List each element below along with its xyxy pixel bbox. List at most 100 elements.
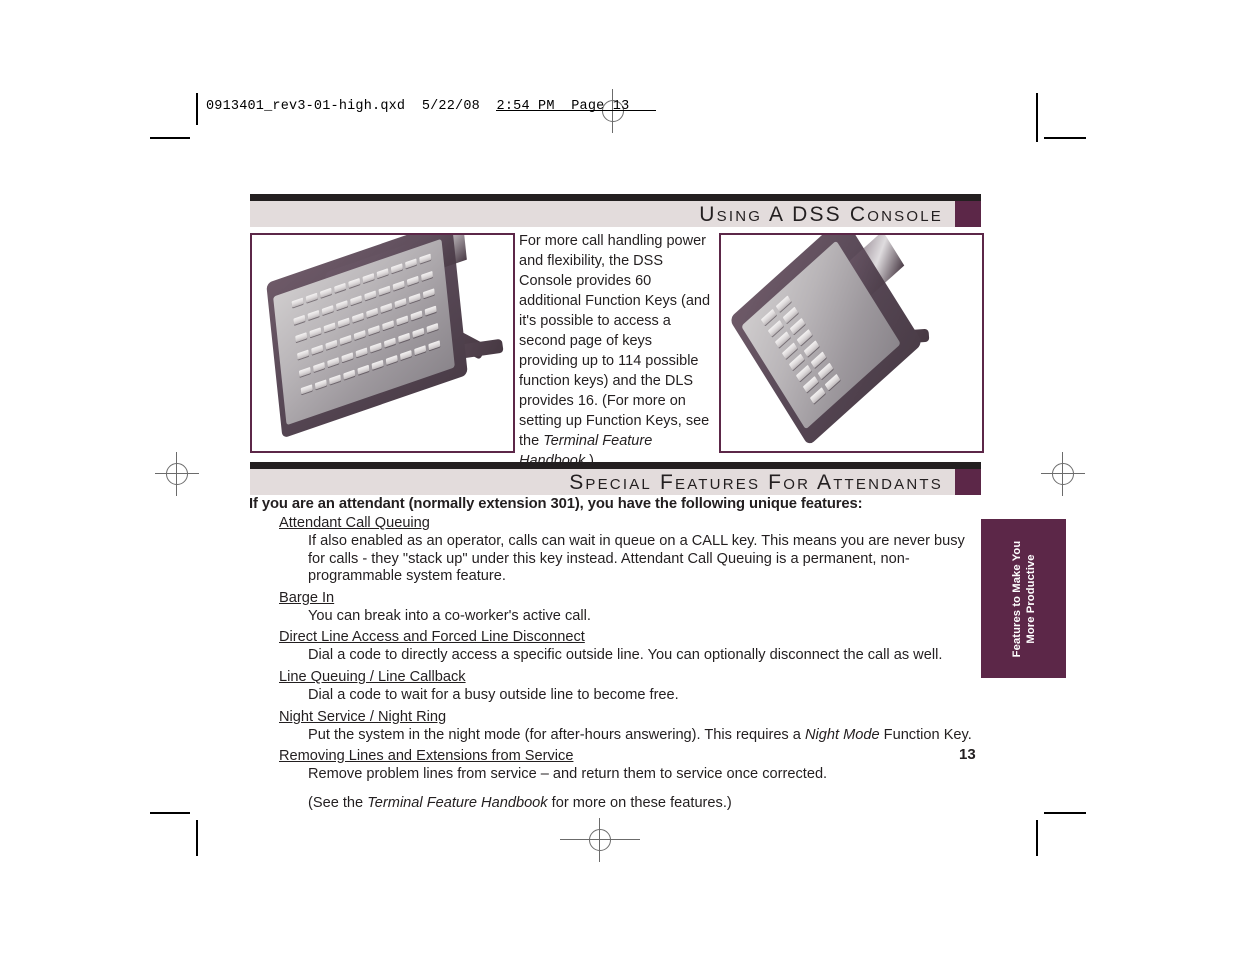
dls-unit-illustration bbox=[728, 235, 967, 447]
dss-key bbox=[355, 347, 368, 358]
feature-description: Remove problem lines from service – and … bbox=[308, 766, 828, 783]
dss-key bbox=[323, 322, 336, 333]
crop-mark-bottom-left-vertical bbox=[196, 820, 198, 856]
dss-key bbox=[406, 275, 419, 286]
section-title-dss: Using A DSS Console bbox=[699, 202, 943, 226]
dss-key bbox=[291, 297, 304, 308]
dss-key bbox=[298, 366, 311, 377]
dls-key bbox=[767, 320, 784, 337]
dss-key bbox=[314, 379, 327, 390]
feature-title: Line Queuing / Line Callback bbox=[279, 668, 466, 685]
prepress-header-rule bbox=[196, 93, 198, 119]
intro-paragraph: For more call handling power and flexibi… bbox=[519, 231, 712, 471]
photo-dss-console bbox=[250, 233, 515, 453]
dss-key bbox=[305, 292, 318, 303]
dss-key bbox=[408, 293, 421, 304]
dss-key bbox=[381, 320, 394, 331]
crop-mark-bottom-right bbox=[1044, 812, 1086, 814]
feature-description-post: Function Key. bbox=[879, 726, 972, 743]
crop-mark-top-left bbox=[150, 137, 190, 139]
feature-description: You can break into a co-worker's active … bbox=[308, 607, 591, 624]
dss-key bbox=[363, 290, 376, 301]
dss-key bbox=[376, 268, 389, 279]
feature-description: Dial a code to directly access a specifi… bbox=[308, 647, 943, 664]
section-bar-topline bbox=[250, 462, 981, 469]
dss-key bbox=[418, 253, 431, 264]
dss-key bbox=[420, 270, 433, 281]
dss-key bbox=[411, 327, 424, 338]
dss-key bbox=[390, 263, 403, 274]
dls-key bbox=[782, 306, 798, 324]
feature-item: Direct Line Access and Forced Line Disco… bbox=[249, 628, 979, 668]
dls-key bbox=[795, 364, 811, 382]
dss-key bbox=[326, 357, 339, 368]
dss-key bbox=[351, 312, 364, 323]
dss-key bbox=[413, 345, 426, 356]
dss-key bbox=[393, 298, 406, 309]
handbook-note-post: for more on these features.) bbox=[547, 794, 732, 811]
dls-key bbox=[788, 353, 804, 371]
feature-description-italic: Night Mode bbox=[804, 726, 880, 743]
dss-key bbox=[349, 295, 362, 306]
section-bar-body: Using A DSS Console bbox=[250, 201, 981, 227]
feature-item: Removing Lines and Extensions from Servi… bbox=[249, 747, 979, 787]
dss-key bbox=[310, 344, 323, 355]
registration-mark-bottom bbox=[560, 818, 658, 862]
feature-item: Line Queuing / Line Callback Dial a code… bbox=[249, 668, 979, 708]
dss-key bbox=[321, 305, 334, 316]
dss-key bbox=[409, 310, 422, 321]
dss-key bbox=[294, 332, 307, 343]
dls-key bbox=[774, 331, 791, 348]
dss-key bbox=[392, 280, 405, 291]
registration-mark-right bbox=[1041, 452, 1085, 496]
feature-description-pre: Put the system in the night mode (for af… bbox=[308, 726, 805, 743]
dss-key bbox=[427, 340, 440, 351]
handbook-note-pre: (See the bbox=[308, 794, 368, 811]
dss-key bbox=[324, 339, 337, 350]
crop-mark-bottom-left bbox=[150, 812, 190, 814]
feature-description: Dial a code to wait for a busy outside l… bbox=[308, 686, 679, 703]
dss-key bbox=[337, 317, 350, 328]
feature-title: Direct Line Access and Forced Line Disco… bbox=[279, 629, 585, 646]
section-bar-accent-block bbox=[955, 469, 981, 495]
photo-dss-console-stage bbox=[252, 235, 513, 451]
dls-key bbox=[824, 373, 840, 391]
photo-dls-unit bbox=[719, 233, 984, 453]
dss-key bbox=[425, 322, 438, 333]
side-tab-line1: Features to Make You bbox=[1010, 540, 1023, 657]
dls-key bbox=[802, 375, 818, 393]
dss-key bbox=[424, 305, 437, 316]
prepress-header: 0913401_rev3-01-high.qxd 5/22/08 2:54 PM… bbox=[196, 93, 629, 119]
feature-description: Put the system in the night mode (for af… bbox=[308, 727, 979, 748]
section-bar-topline bbox=[250, 194, 981, 201]
dss-key bbox=[399, 350, 412, 361]
intro-text-part1: For more call handling power and flexibi… bbox=[519, 233, 711, 449]
section-bar-body: Special Features For Attendants bbox=[250, 469, 981, 495]
dss-key bbox=[292, 314, 305, 325]
prepress-header-underline bbox=[496, 110, 656, 111]
crop-mark-top-right bbox=[1044, 137, 1086, 139]
dss-key bbox=[319, 287, 332, 298]
dss-key bbox=[383, 337, 396, 348]
dss-key bbox=[361, 273, 374, 284]
feature-item: Barge In You can break into a co-worker'… bbox=[249, 589, 979, 629]
photo-dls-unit-stage bbox=[721, 235, 982, 451]
dss-key bbox=[367, 325, 380, 336]
dss-key bbox=[335, 300, 348, 311]
feature-item: Night Service / Night Ring Put the syste… bbox=[249, 708, 979, 748]
dls-key bbox=[803, 340, 819, 357]
dss-key bbox=[339, 334, 352, 345]
feature-title: Barge In bbox=[279, 589, 335, 606]
dss-key bbox=[308, 327, 321, 338]
dss-key bbox=[379, 302, 392, 313]
dss-key bbox=[328, 374, 341, 385]
dss-key bbox=[369, 342, 382, 353]
handbook-note: (See the Terminal Feature Handbook for m… bbox=[308, 795, 979, 813]
section-title-attendants: Special Features For Attendants bbox=[569, 470, 943, 494]
dss-key bbox=[365, 307, 378, 318]
dls-key bbox=[810, 351, 826, 369]
dls-key bbox=[809, 387, 825, 404]
dss-console-illustration bbox=[263, 235, 504, 443]
dss-key bbox=[340, 352, 353, 363]
dss-key bbox=[385, 354, 398, 365]
